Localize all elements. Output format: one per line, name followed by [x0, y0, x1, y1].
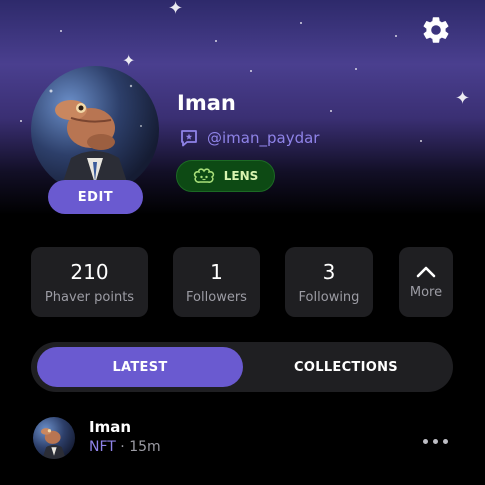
tab-collections[interactable]: COLLECTIONS — [245, 347, 447, 387]
stat-value: 3 — [322, 259, 336, 284]
star-dot — [250, 70, 252, 72]
lens-badge-label: LENS — [223, 169, 259, 183]
post-author-name[interactable]: Iman — [89, 418, 131, 436]
menu-dot — [443, 438, 448, 444]
more-stats-button[interactable]: More — [399, 247, 453, 317]
stat-label: Followers — [186, 289, 247, 305]
sparkle-decoration: ✦ — [122, 51, 136, 70]
meta-separator: · — [120, 439, 125, 455]
gear-icon[interactable] — [420, 14, 452, 46]
edit-profile-button[interactable]: EDIT — [48, 180, 143, 214]
star-dot — [300, 22, 302, 24]
profile-name: Iman — [177, 91, 236, 115]
star-dot — [395, 35, 397, 37]
chat-star-icon — [181, 130, 197, 147]
post-author-avatar[interactable] — [33, 417, 75, 459]
profile-avatar[interactable] — [31, 66, 159, 194]
avatar-image — [40, 428, 66, 459]
star-dot — [20, 120, 22, 122]
post-tag[interactable]: NFT — [89, 439, 116, 455]
stat-following[interactable]: 3 Following — [285, 247, 373, 317]
stat-label: Phaver points — [44, 289, 135, 305]
star-dot — [420, 140, 422, 142]
lens-badge[interactable]: LENS — [176, 160, 275, 192]
chevron-up-icon — [416, 266, 436, 277]
more-horizontal-icon[interactable] — [423, 434, 453, 448]
more-label: More — [409, 284, 443, 300]
menu-dot — [423, 438, 428, 444]
tab-latest[interactable]: LATEST — [37, 347, 243, 387]
menu-dot — [433, 438, 438, 444]
star-dot — [60, 30, 62, 32]
profile-handle-row[interactable]: @iman_paydar — [179, 128, 319, 148]
post-time: 15m — [129, 439, 161, 455]
sparkle-decoration: ✦ — [455, 88, 471, 109]
profile-handle: @iman_paydar — [207, 129, 320, 147]
star-dot — [355, 68, 357, 70]
stat-value: 210 — [70, 259, 109, 284]
avatar-image — [49, 84, 142, 194]
stat-followers[interactable]: 1 Followers — [173, 247, 260, 317]
stat-value: 1 — [210, 259, 223, 284]
star-dot — [330, 110, 332, 112]
sparkle-decoration: ✦ — [168, 0, 184, 19]
stat-phaver-points[interactable]: 210 Phaver points — [31, 247, 148, 317]
lens-icon — [193, 168, 214, 183]
star-dot — [215, 40, 217, 42]
post-meta: NFT · 15m — [89, 439, 161, 455]
stat-label: Following — [298, 289, 360, 305]
feed-tabs: LATEST COLLECTIONS — [31, 342, 453, 392]
